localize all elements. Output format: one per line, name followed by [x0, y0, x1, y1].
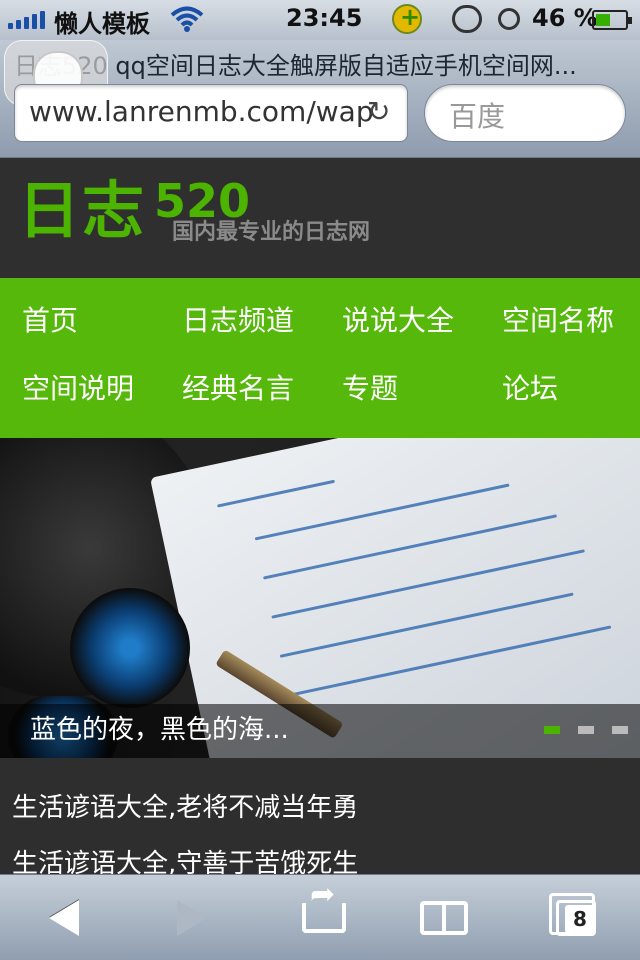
clock-time: 23:45	[286, 4, 363, 32]
nav-item-classic-quotes[interactable]: 经典名言	[160, 356, 320, 424]
nav-item-diary-channel[interactable]: 日志频道	[160, 288, 320, 356]
main-nav: 首页 日志频道 说说大全 空间名称 空间说明 经典名言 专题 论坛	[0, 278, 640, 438]
logo-text: 日志	[18, 174, 147, 247]
alarm-icon	[498, 8, 520, 30]
search-input[interactable]: 百度	[424, 84, 626, 142]
bookmarks-button[interactable]	[414, 893, 474, 943]
slider-dots	[544, 726, 628, 734]
wifi-icon	[170, 6, 204, 38]
rotation-lock-icon	[452, 5, 482, 33]
logo-tagline: 国内最专业的日志网	[172, 220, 371, 245]
battery-percent: 46 %	[532, 4, 598, 32]
tabs-button[interactable]: 8	[546, 893, 606, 943]
tabs-icon: 8	[549, 893, 596, 936]
share-icon	[302, 877, 346, 933]
nav-item-home[interactable]: 首页	[0, 288, 160, 356]
nav-item-forum[interactable]: 论坛	[480, 356, 640, 424]
nav-item-shuoshuo[interactable]: 说说大全	[320, 288, 480, 356]
address-text: www.lanrenmb.com/wap	[29, 95, 374, 128]
address-field[interactable]: www.lanrenmb.com/wap ↻	[14, 84, 408, 142]
tabs-count: 8	[565, 905, 595, 933]
back-arrow-icon	[49, 900, 79, 936]
browser-url-bar: 日志520 qq空间日志大全触屏版自适应手机空间网... www.lanrenm…	[0, 40, 640, 158]
battery-icon	[592, 10, 632, 30]
back-button[interactable]	[34, 893, 94, 943]
carrier-name: 懒人模板	[54, 10, 150, 38]
nav-item-space-names[interactable]: 空间名称	[480, 288, 640, 356]
forward-arrow-icon	[177, 900, 207, 936]
slider-dot-3[interactable]	[612, 726, 628, 734]
signal-icon	[8, 11, 45, 29]
list-item[interactable]: 生活谚语大全,老将不减当年勇	[0, 780, 640, 836]
share-button[interactable]	[294, 877, 354, 943]
slider-dot-2[interactable]	[578, 726, 594, 734]
book-icon	[420, 901, 468, 935]
app-plus-icon	[392, 3, 422, 34]
list-item[interactable]: 生活谚语大全,守善于苦饿死生	[0, 836, 640, 874]
status-bar: 懒人模板 23:45 46 %	[0, 0, 640, 40]
browser-toolbar: 8	[0, 874, 640, 960]
nav-item-space-descriptions[interactable]: 空间说明	[0, 356, 160, 424]
reload-icon[interactable]: ↻	[367, 97, 397, 127]
slider-dot-1[interactable]	[544, 726, 560, 734]
forward-button[interactable]	[162, 893, 222, 943]
article-list: 生活谚语大全,老将不减当年勇 生活谚语大全,守善于苦饿死生	[0, 758, 640, 874]
banner-slider[interactable]: 蓝色的夜，黑色的海...	[0, 438, 640, 758]
nav-item-topics[interactable]: 专题	[320, 356, 480, 424]
site-header: 日志 520 国内最专业的日志网	[0, 158, 640, 278]
banner-caption[interactable]: 蓝色的夜，黑色的海...	[30, 709, 289, 746]
